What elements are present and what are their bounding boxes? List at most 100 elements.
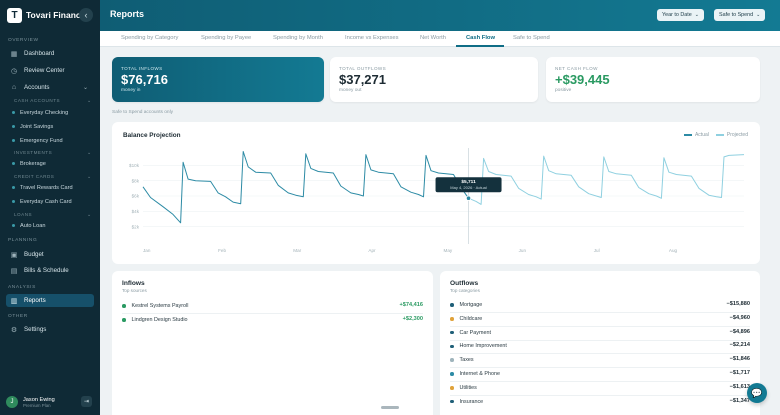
list-item[interactable]: Lindgren Design Studio bbox=[122, 315, 188, 325]
sidebar-item-bills[interactable]: ▤ Bills & Schedule bbox=[6, 264, 94, 277]
subsection-loans[interactable]: LOANS ⌄ bbox=[14, 212, 91, 218]
subsection-label: CASH ACCOUNTS bbox=[14, 98, 61, 103]
brand-logo: T bbox=[7, 7, 22, 23]
kpi-sub: positive bbox=[555, 88, 572, 93]
account-brokerage[interactable]: Brokerage bbox=[12, 158, 92, 169]
sidebar-item-dashboard[interactable]: ▦ Dashboard bbox=[6, 47, 94, 60]
tab-safe-to-spend[interactable]: Safe to Spend bbox=[513, 35, 550, 41]
period-dropdown[interactable]: Year to Date ⌄ bbox=[657, 9, 704, 21]
dot-icon bbox=[450, 358, 454, 362]
account-joint-savings[interactable]: Joint Savings bbox=[12, 121, 92, 132]
inflows-card: Inflows Top sources Kestrel Systems Payr… bbox=[112, 271, 433, 415]
sidebar-item-settings[interactable]: ⚙ Settings bbox=[6, 323, 94, 336]
chart-legend: Actual Projected bbox=[677, 132, 748, 138]
list-item[interactable]: Insurance bbox=[450, 397, 483, 407]
dot-icon bbox=[450, 399, 454, 404]
grid-icon: ▦ bbox=[10, 50, 18, 58]
dot-icon bbox=[12, 125, 15, 128]
tab-spending-by-payee[interactable]: Spending by Payee bbox=[201, 35, 251, 41]
x-tick-label: Feb bbox=[218, 248, 226, 253]
kpi-value: +$39,445 bbox=[555, 72, 610, 87]
dot-icon bbox=[450, 344, 454, 349]
sidebar-item-accounts[interactable]: ⌂ Accounts ⌄ bbox=[6, 81, 94, 94]
kpi-total-outflows: TOTAL OUTFLOWS $37,271 money out bbox=[330, 57, 538, 102]
subsection-label: LOANS bbox=[14, 212, 33, 217]
y-tick-label: $4k bbox=[132, 209, 140, 214]
account-label: Auto Loan bbox=[20, 222, 46, 229]
sidebar-item-reports[interactable]: ▥ Reports bbox=[6, 294, 94, 307]
tab-income-vs-expenses[interactable]: Income vs Expenses bbox=[345, 35, 399, 41]
subsection-investments[interactable]: INVESTMENTS ⌄ bbox=[14, 150, 91, 156]
tab-spending-by-month[interactable]: Spending by Month bbox=[273, 35, 323, 41]
x-tick-label: Apr bbox=[368, 248, 376, 253]
dot-icon bbox=[12, 162, 15, 165]
sidebar-item-budget[interactable]: ▣ Budget bbox=[6, 248, 94, 261]
item-name: Home Improvement bbox=[459, 343, 507, 350]
gear-icon: ⚙ bbox=[10, 326, 18, 334]
chat-icon[interactable]: 💬 bbox=[747, 383, 767, 403]
list-item[interactable]: Kestrel Systems Payroll bbox=[122, 301, 188, 311]
inflows-title: Inflows bbox=[122, 280, 145, 287]
x-tick-label: Aug bbox=[669, 248, 678, 253]
dot-icon bbox=[450, 386, 454, 390]
account-everyday-cash-card[interactable]: Everyday Cash Card bbox=[12, 196, 92, 207]
divider bbox=[450, 353, 750, 355]
dot-icon bbox=[12, 224, 15, 227]
sidebar-item-label: Budget bbox=[24, 251, 44, 258]
list-item[interactable]: Taxes bbox=[450, 355, 474, 365]
kpi-net-cash-flow: NET CASH FLOW +$39,445 positive bbox=[546, 57, 760, 102]
tab-spending-by-category[interactable]: Spending by Category bbox=[121, 35, 178, 41]
subsection-label: CREDIT CARDS bbox=[14, 174, 55, 179]
sidebar-item-label: Reports bbox=[24, 297, 46, 304]
list-item[interactable]: Car Payment bbox=[450, 328, 491, 338]
dot-icon bbox=[12, 200, 15, 203]
list-item[interactable]: Home Improvement bbox=[450, 341, 507, 351]
y-tick-label: $8k bbox=[132, 178, 140, 183]
tab-net-worth[interactable]: Net Worth bbox=[420, 35, 446, 41]
subsection-credit-cards[interactable]: CREDIT CARDS ⌄ bbox=[14, 174, 91, 180]
user-profile[interactable]: J Jason Ewing Premium Plan ⇥ bbox=[6, 393, 94, 411]
brand[interactable]: T Tovari Financial ‹ bbox=[7, 7, 93, 23]
sidebar-item-review-center[interactable]: ◷ Review Center bbox=[6, 64, 94, 77]
dot-icon bbox=[450, 330, 454, 335]
subsection-cash-accounts[interactable]: CASH ACCOUNTS ⌄ bbox=[14, 98, 91, 104]
section-overview: OVERVIEW bbox=[8, 38, 39, 43]
section-other: OTHER bbox=[8, 314, 28, 319]
legend-swatch-actual bbox=[683, 134, 692, 136]
list-item[interactable]: Internet & Phone bbox=[450, 369, 500, 379]
chevron-down-icon: ⌄ bbox=[87, 212, 92, 218]
balance-projection-chart[interactable]: $2k $4k $6k $8k $10k Jan Feb Mar Apr May Jun Jul Aug… bbox=[112, 122, 760, 264]
account-everyday-checking[interactable]: Everyday Checking bbox=[12, 107, 92, 118]
item-amount: −$1,717 bbox=[729, 370, 750, 376]
scope-dropdown[interactable]: Safe to Spend ⌄ bbox=[714, 9, 766, 21]
scope-note: Safe to Spend accounts only bbox=[112, 110, 174, 115]
sidebar: T Tovari Financial ‹ OVERVIEW ▦ Dashboar… bbox=[0, 0, 100, 415]
account-travel-rewards-card[interactable]: Travel Rewards Card bbox=[12, 182, 92, 193]
tab-cash-flow[interactable]: Cash Flow bbox=[466, 35, 495, 41]
logout-icon[interactable]: ⇥ bbox=[81, 396, 92, 407]
bank-icon: ⌂ bbox=[11, 84, 17, 91]
item-amount: −$4,896 bbox=[729, 328, 750, 335]
chevron-left-icon[interactable]: ‹ bbox=[79, 8, 93, 22]
list-item[interactable]: Childcare bbox=[450, 314, 482, 324]
scrollbar[interactable] bbox=[381, 406, 399, 409]
list-item[interactable]: Utilities bbox=[450, 383, 477, 393]
kpi-value: $37,271 bbox=[339, 72, 386, 87]
legend-swatch-projected bbox=[715, 134, 724, 136]
kpi-label: NET CASH FLOW bbox=[555, 66, 598, 71]
outflows-subtitle: Top categories bbox=[450, 288, 480, 293]
item-name: Childcare bbox=[459, 315, 483, 322]
list-item[interactable]: Mortgage bbox=[450, 300, 482, 310]
account-label: Emergency Fund bbox=[20, 137, 63, 144]
item-amount: +$2,300 bbox=[402, 316, 423, 322]
item-amount: −$2,214 bbox=[729, 342, 750, 349]
item-name: Car Payment bbox=[459, 329, 491, 336]
account-auto-loan[interactable]: Auto Loan bbox=[12, 220, 92, 231]
hover-point bbox=[465, 195, 472, 201]
scope-label: Safe to Spend bbox=[719, 12, 754, 18]
dot-icon bbox=[12, 139, 15, 142]
divider bbox=[450, 381, 750, 382]
outflows-card: Outflows Top categories Mortgage −$15,880… bbox=[440, 271, 760, 415]
item-name: Internet & Phone bbox=[459, 371, 500, 377]
account-emergency-fund[interactable]: Emergency Fund bbox=[12, 135, 92, 146]
